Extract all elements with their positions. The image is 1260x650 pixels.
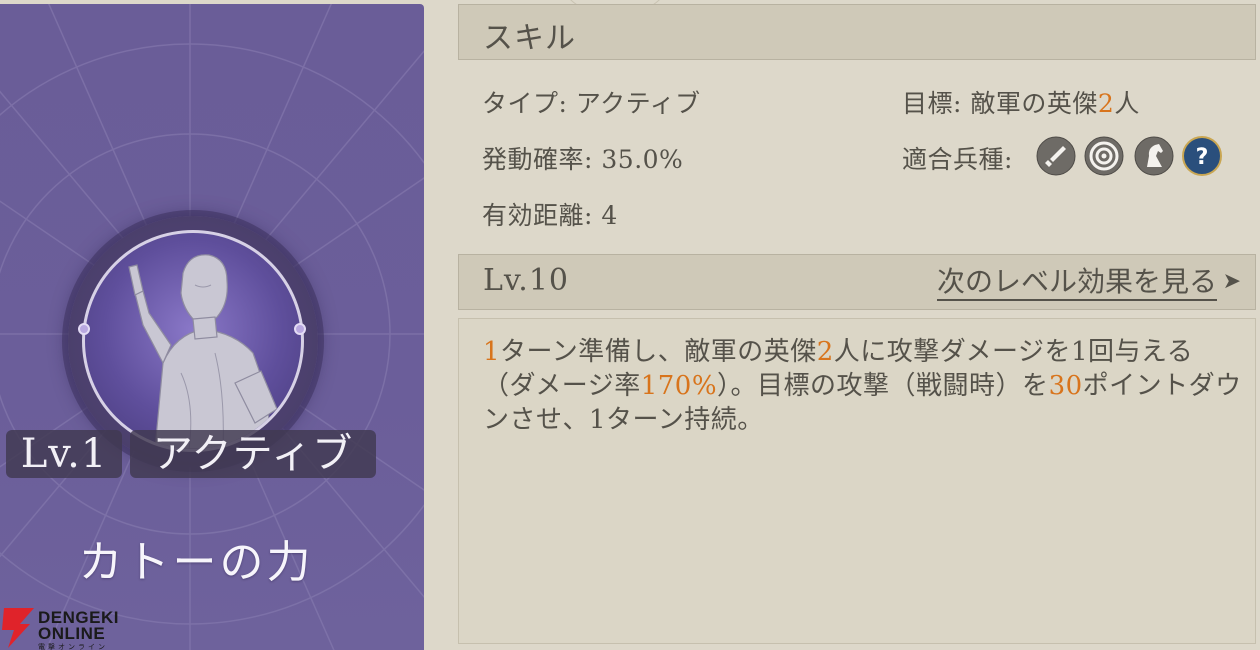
desc-seg-5: ）。目標の攻撃（戦闘時）を [717, 371, 1049, 401]
skill-header-bar: スキル [458, 4, 1256, 60]
skill-description-box: 1ターン準備し、敵軍の英傑2人に攻撃ダメージを1回与える（ダメージ率170%）。… [458, 318, 1256, 644]
next-level-effect-link[interactable]: 次のレベル効果を見る [936, 265, 1217, 301]
stat-range-label: 有効距離: [482, 201, 593, 230]
desc-seg-2: 2 [816, 337, 834, 367]
svg-text:?: ? [1196, 145, 1209, 170]
level-header-bar: Lv.10 次のレベル効果を見る ➤ [458, 254, 1256, 310]
stat-target: 目標: 敵軍の英傑2人 [902, 84, 1140, 120]
desc-seg-6: 30 [1048, 371, 1083, 401]
stat-target-suffix: 人 [1114, 89, 1140, 118]
stat-range: 有効距離: 4 [482, 196, 618, 232]
archery-target-icon[interactable] [1084, 136, 1124, 176]
skill-description: 1ターン準備し、敵軍の英傑2人に攻撃ダメージを1回与える（ダメージ率170%）。… [483, 335, 1243, 437]
arrow-right-icon[interactable]: ➤ [1223, 269, 1241, 294]
question-mark-icon[interactable]: ? [1182, 136, 1222, 176]
stat-units: 適合兵種: [902, 140, 1013, 176]
stat-target-label: 目標: [902, 89, 962, 118]
card-level-badge: Lv.1 [6, 430, 122, 478]
stat-chance: 発動確率: 35.0% [482, 140, 683, 176]
stat-target-count: 2 [1097, 89, 1115, 118]
card-type-badge: アクティブ [130, 430, 376, 478]
sword-icon[interactable] [1036, 136, 1076, 176]
stat-units-label: 適合兵種: [902, 145, 1013, 174]
skill-name: カトーの力 [78, 537, 314, 588]
ring-ornament-right [294, 323, 306, 335]
stat-chance-label: 発動確率: [482, 145, 593, 174]
watermark-line2: ONLINE [38, 624, 106, 643]
desc-seg-1: ターン準備し、敵軍の英傑 [500, 337, 817, 367]
stat-chance-value: 35.0% [601, 145, 684, 174]
skill-section-title: スキル [483, 21, 576, 56]
stat-type-label: タイプ: [482, 89, 568, 118]
hero-portrait [82, 230, 304, 452]
dengeki-online-watermark: DENGEKI ONLINE 電撃オンライン [0, 606, 130, 650]
skill-card: Lv.1 アクティブ カトーの力 [0, 4, 424, 650]
level-title: Lv.10 [483, 263, 570, 298]
stat-range-value: 4 [601, 201, 618, 230]
watermark-line3: 電撃オンライン [38, 644, 108, 650]
stat-target-prefix: 敵軍の英傑 [970, 89, 1098, 118]
stat-type: タイプ: アクティブ [482, 84, 701, 120]
desc-seg-4: 170% [640, 371, 718, 401]
horse-icon[interactable] [1134, 136, 1174, 176]
stat-type-value: アクティブ [575, 89, 701, 118]
desc-seg-0: 1 [483, 337, 501, 367]
ring-ornament-left [78, 323, 90, 335]
lightning-bolt-icon [2, 608, 34, 648]
